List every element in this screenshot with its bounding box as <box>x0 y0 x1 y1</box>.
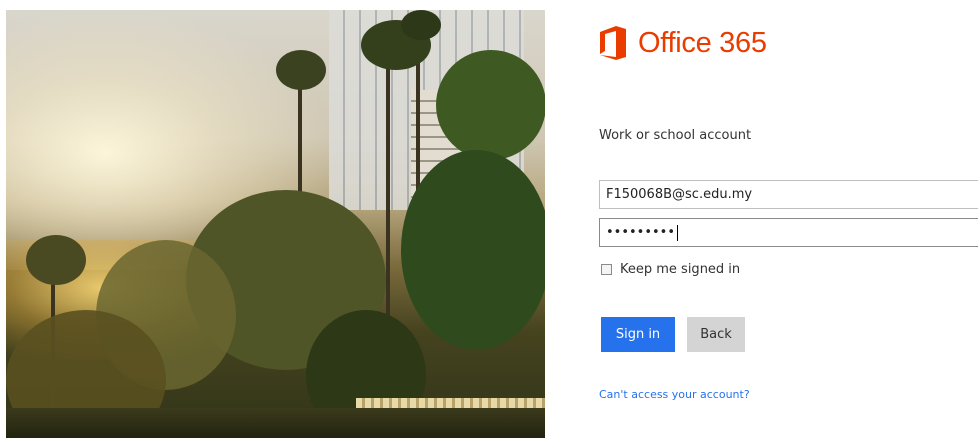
text-caret <box>677 224 679 241</box>
ground <box>6 408 545 438</box>
keep-signed-in[interactable]: Keep me signed in <box>601 262 740 277</box>
password-value: ••••••••• <box>606 225 676 240</box>
palm-canopy <box>436 50 545 160</box>
sign-in-button[interactable]: Sign in <box>601 317 675 352</box>
password-field[interactable]: ••••••••• <box>599 218 978 247</box>
keep-signed-in-label: Keep me signed in <box>620 262 741 277</box>
email-value: F150068B@sc.edu.my <box>606 187 753 202</box>
tree-canopy <box>401 150 545 350</box>
palm-trunk <box>386 40 390 340</box>
palm-canopy <box>401 10 441 40</box>
palm-canopy <box>276 50 326 90</box>
hero-image <box>6 10 545 438</box>
palm-canopy <box>26 235 86 285</box>
cant-access-account-link[interactable]: Can't access your account? <box>599 388 750 401</box>
account-type-label: Work or school account <box>599 128 752 143</box>
keep-signed-in-checkbox[interactable] <box>601 264 612 275</box>
office-logo-icon <box>598 26 628 60</box>
back-button[interactable]: Back <box>687 317 745 352</box>
email-field[interactable]: F150068B@sc.edu.my <box>599 180 978 209</box>
office-logo: Office 365 <box>598 26 767 60</box>
office-logo-text: Office 365 <box>638 26 767 59</box>
